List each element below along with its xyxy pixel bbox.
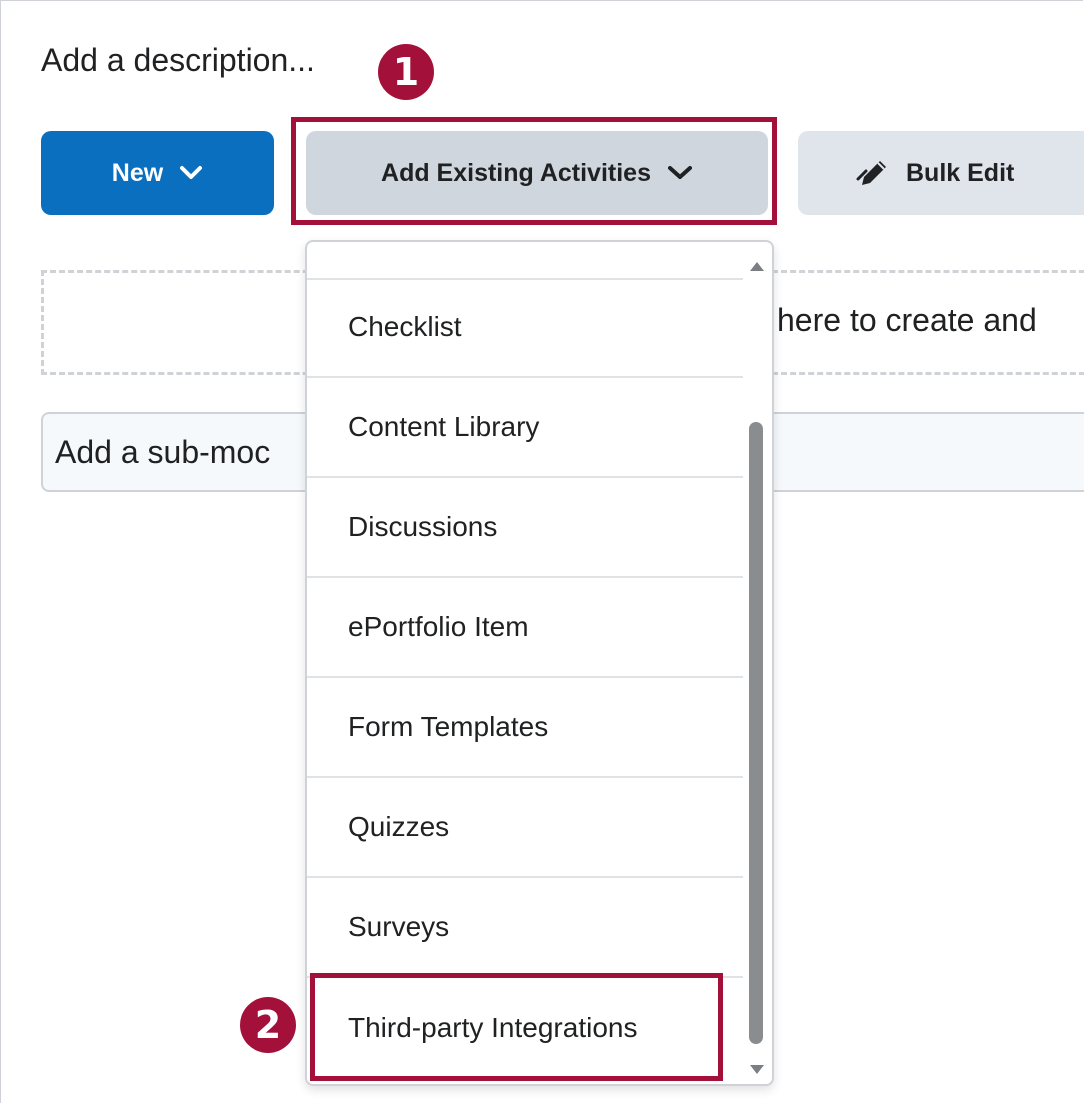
menu-item-checklist[interactable]: Checklist xyxy=(307,278,743,378)
new-button[interactable]: New xyxy=(41,131,274,215)
menu-scrollbar[interactable] xyxy=(748,262,766,1074)
add-existing-dropdown-menu: Checklist Content Library Discussions eP… xyxy=(305,240,774,1086)
bulk-edit-label: Bulk Edit xyxy=(906,158,1015,187)
new-button-label: New xyxy=(111,158,164,187)
menu-item-content-library[interactable]: Content Library xyxy=(307,378,743,478)
highlight-box-step-1 xyxy=(291,117,777,225)
sub-module-placeholder: Add a sub-moc xyxy=(55,434,271,470)
menu-item-eportfolio-item[interactable]: ePortfolio Item xyxy=(307,578,743,678)
menu-item-form-templates[interactable]: Form Templates xyxy=(307,678,743,778)
scrollbar-thumb[interactable] xyxy=(749,422,763,1044)
description-placeholder[interactable]: Add a description... xyxy=(41,42,315,79)
pencil-edit-icon xyxy=(856,157,892,189)
menu-item-quizzes[interactable]: Quizzes xyxy=(307,778,743,878)
menu-item-surveys[interactable]: Surveys xyxy=(307,878,743,978)
chevron-down-icon xyxy=(179,165,203,181)
callout-step-1: 1 xyxy=(378,44,434,100)
scroll-up-arrow-icon[interactable] xyxy=(750,262,764,271)
bulk-edit-button[interactable]: Bulk Edit xyxy=(798,131,1084,215)
callout-step-2: 2 xyxy=(240,997,296,1053)
menu-scrolled-item-edge xyxy=(307,242,743,280)
highlight-box-step-2 xyxy=(310,973,723,1081)
menu-item-discussions[interactable]: Discussions xyxy=(307,478,743,578)
scroll-down-arrow-icon[interactable] xyxy=(750,1065,764,1074)
drop-zone-text: here to create and xyxy=(777,302,1037,338)
